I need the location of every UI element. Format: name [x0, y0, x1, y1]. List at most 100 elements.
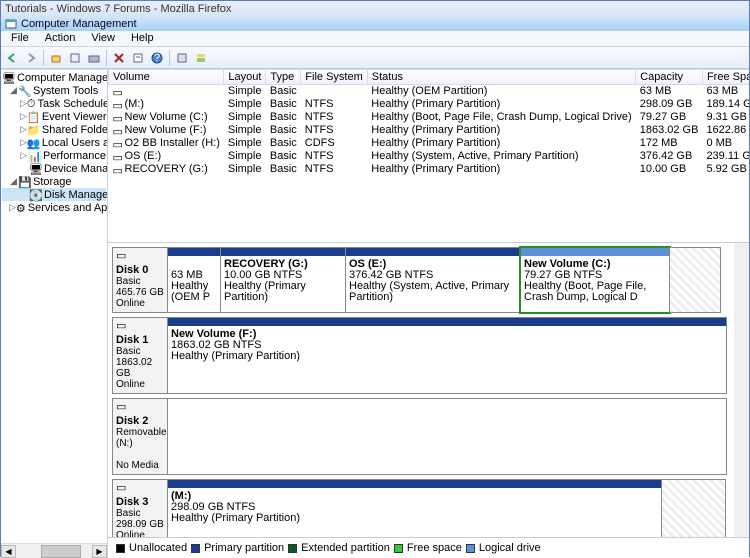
- col-free[interactable]: Free Space: [702, 70, 749, 85]
- col-status[interactable]: Status: [367, 70, 635, 85]
- expand-icon[interactable]: ◢: [9, 85, 18, 96]
- vertical-scrollbar[interactable]: [734, 243, 749, 537]
- tree-system-tools[interactable]: System Tools: [33, 85, 98, 97]
- expand-icon[interactable]: ▷: [20, 150, 28, 161]
- tree-device-manager[interactable]: Device Manager: [44, 163, 108, 175]
- event-icon: 📋: [27, 111, 40, 123]
- volume-row[interactable]: ▭New Volume (C:)SimpleBasicNTFSHealthy (…: [109, 111, 750, 124]
- browser-titlebar: Tutorials - Windows 7 Forums - Mozilla F…: [1, 1, 749, 17]
- volume-list[interactable]: Volume Layout Type File System Status Ca…: [108, 70, 749, 243]
- disk-header[interactable]: ▭Disk 2Removable (N:)No Media: [112, 398, 168, 475]
- window-title: Computer Management: [21, 18, 137, 30]
- expand-icon[interactable]: ▷: [20, 98, 27, 109]
- disk-icon: ▭: [116, 402, 132, 414]
- tree-shared-folders[interactable]: Shared Folders: [42, 124, 108, 136]
- legend-primary: Primary partition: [204, 542, 284, 554]
- menu-bar: File Action View Help: [1, 31, 749, 47]
- tree-disk-management[interactable]: Disk Management: [44, 189, 108, 201]
- app-icon: [5, 18, 17, 30]
- volume-icon: ▭: [113, 86, 123, 96]
- forward-button[interactable]: [22, 49, 40, 67]
- col-fs[interactable]: File System: [301, 70, 367, 85]
- disk-icon: ▭: [116, 251, 132, 263]
- menu-action[interactable]: Action: [37, 31, 84, 46]
- partition[interactable]: [661, 479, 726, 537]
- folder-icon: 📁: [27, 124, 40, 136]
- perf-icon: 📊: [28, 150, 41, 162]
- volume-icon: ▭: [113, 151, 123, 161]
- partition[interactable]: [669, 247, 721, 313]
- col-capacity[interactable]: Capacity: [636, 70, 703, 85]
- volume-icon: ▭: [113, 112, 123, 122]
- partition[interactable]: New Volume (C:)79.27 GB NTFSHealthy (Boo…: [520, 247, 670, 313]
- disk-row: ▭Disk 3Basic298.09 GBOnline(M:)298.09 GB…: [112, 479, 730, 537]
- up-button[interactable]: [47, 49, 65, 67]
- partition[interactable]: [167, 398, 727, 475]
- volume-icon: ▭: [113, 138, 123, 148]
- volume-header-row[interactable]: Volume Layout Type File System Status Ca…: [109, 70, 750, 85]
- disk-icon: ▭: [116, 483, 132, 495]
- tree-task-scheduler[interactable]: Task Scheduler: [38, 98, 108, 110]
- disk-icon: 💽: [29, 189, 42, 201]
- partition[interactable]: 63 MBHealthy (OEM P: [167, 247, 221, 313]
- props2-icon[interactable]: [129, 49, 147, 67]
- refresh-icon[interactable]: [85, 49, 103, 67]
- menu-help[interactable]: Help: [123, 31, 162, 46]
- tree-storage[interactable]: Storage: [33, 176, 72, 188]
- expand-icon[interactable]: ▷: [20, 137, 27, 148]
- help-icon[interactable]: ?: [148, 49, 166, 67]
- expand-icon[interactable]: ▷: [20, 111, 27, 122]
- main-area: 🖥Computer Management (Local ◢🔧System Too…: [1, 69, 749, 558]
- tree-services-apps[interactable]: Services and Applications: [28, 202, 108, 214]
- disk-header[interactable]: ▭Disk 0Basic465.76 GBOnline: [112, 247, 168, 313]
- properties-icon[interactable]: [66, 49, 84, 67]
- volume-row[interactable]: ▭RECOVERY (G:)SimpleBasicNTFSHealthy (Pr…: [109, 163, 750, 176]
- disk-header[interactable]: ▭Disk 3Basic298.09 GBOnline: [112, 479, 168, 537]
- volume-row[interactable]: ▭OS (E:)SimpleBasicNTFSHealthy (System, …: [109, 150, 750, 163]
- view1-icon[interactable]: [173, 49, 191, 67]
- disk-header[interactable]: ▭Disk 1Basic1863.02 GBOnline: [112, 317, 168, 394]
- disk-row: ▭Disk 0Basic465.76 GBOnline63 MBHealthy …: [112, 247, 730, 313]
- tree-scrollbar[interactable]: ◀▶: [1, 543, 107, 558]
- disk-graphical-view[interactable]: ▭Disk 0Basic465.76 GBOnline63 MBHealthy …: [108, 243, 734, 537]
- tree-event-viewer[interactable]: Event Viewer: [42, 111, 107, 123]
- disk-row: ▭Disk 1Basic1863.02 GBOnlineNew Volume (…: [112, 317, 730, 394]
- col-layout[interactable]: Layout: [224, 70, 266, 85]
- tree-root[interactable]: Computer Management (Local: [17, 72, 108, 84]
- menu-view[interactable]: View: [83, 31, 123, 46]
- computer-icon: 🖥: [2, 72, 15, 84]
- volume-row[interactable]: ▭New Volume (F:)SimpleBasicNTFSHealthy (…: [109, 124, 750, 137]
- svg-text:?: ?: [154, 52, 160, 64]
- disk-icon: ▭: [116, 321, 132, 333]
- services-icon: ⚙: [16, 202, 26, 214]
- nav-tree[interactable]: 🖥Computer Management (Local ◢🔧System Too…: [1, 70, 108, 558]
- expand-icon[interactable]: ▷: [9, 202, 16, 213]
- volume-icon: ▭: [113, 164, 123, 174]
- volume-row[interactable]: ▭SimpleBasicHealthy (OEM Partition)63 MB…: [109, 85, 750, 98]
- legend-unallocated: Unallocated: [129, 542, 187, 554]
- volume-row[interactable]: ▭(M:)SimpleBasicNTFSHealthy (Primary Par…: [109, 98, 750, 111]
- back-button[interactable]: [3, 49, 21, 67]
- expand-icon[interactable]: ▷: [20, 124, 27, 135]
- device-icon: 🖥: [29, 163, 42, 175]
- partition[interactable]: RECOVERY (G:)10.00 GB NTFSHealthy (Prima…: [220, 247, 346, 313]
- expand-icon[interactable]: ◢: [9, 176, 18, 187]
- menu-file[interactable]: File: [3, 31, 37, 46]
- tree-performance[interactable]: Performance: [43, 150, 106, 162]
- toolbar: ?: [1, 47, 749, 69]
- partition[interactable]: OS (E:)376.42 GB NTFSHealthy (System, Ac…: [345, 247, 521, 313]
- view2-icon[interactable]: [192, 49, 210, 67]
- tree-local-users[interactable]: Local Users and Groups: [42, 137, 108, 149]
- legend-logical: Logical drive: [479, 542, 541, 554]
- partition[interactable]: (M:)298.09 GB NTFSHealthy (Primary Parti…: [167, 479, 662, 537]
- delete-icon[interactable]: [110, 49, 128, 67]
- partition[interactable]: New Volume (F:)1863.02 GB NTFSHealthy (P…: [167, 317, 727, 394]
- disk-row: ▭Disk 2Removable (N:)No Media: [112, 398, 730, 475]
- col-type[interactable]: Type: [266, 70, 301, 85]
- col-volume[interactable]: Volume: [109, 70, 224, 85]
- users-icon: 👥: [27, 137, 40, 149]
- legend-extended: Extended partition: [301, 542, 390, 554]
- volume-row[interactable]: ▭O2 BB Installer (H:)SimpleBasicCDFSHeal…: [109, 137, 750, 150]
- window-header: Computer Management: [1, 17, 749, 31]
- browser-title-text: Tutorials - Windows 7 Forums - Mozilla F…: [5, 3, 231, 15]
